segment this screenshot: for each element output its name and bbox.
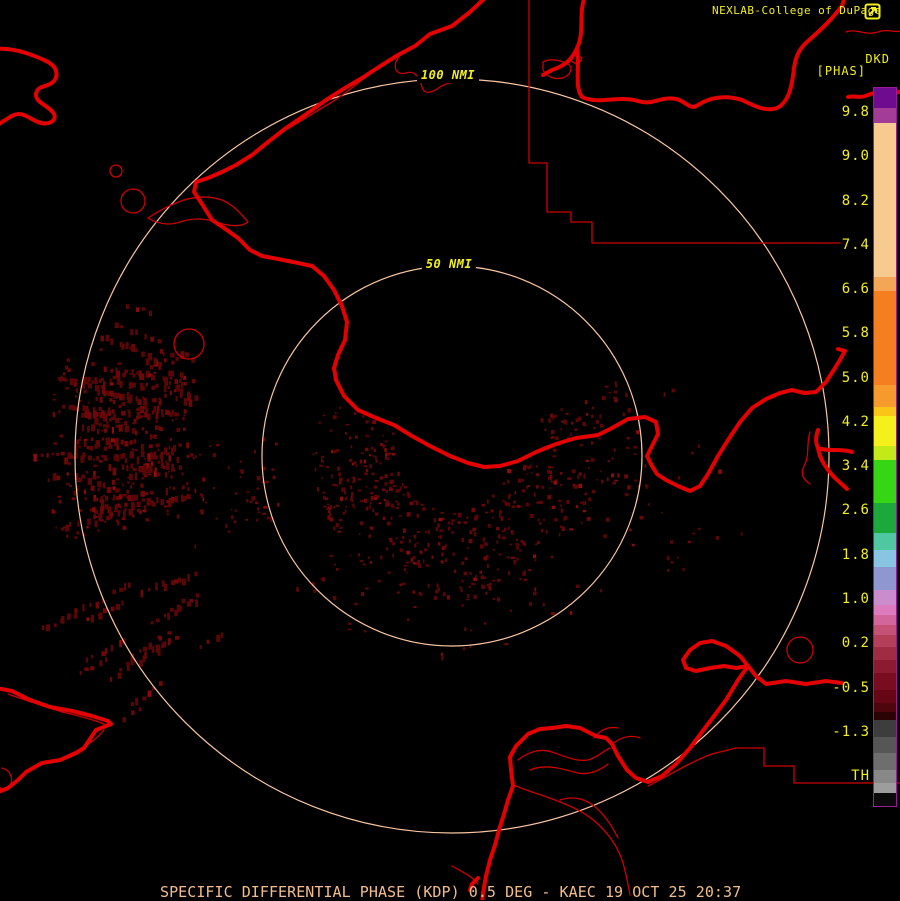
colorbar-segment (874, 673, 896, 690)
lagoon-line (281, 52, 473, 133)
colorbar-tick-label: 3.4 (841, 458, 870, 475)
colorbar-segment (874, 712, 896, 720)
colorbar-segment (874, 753, 896, 770)
main-coastline (192, 0, 847, 493)
colorbar-tick-label: 9.8 (841, 104, 870, 120)
product-caption: SPECIFIC DIFFERENTIAL PHASE (KDP) 0.5 DE… (160, 883, 742, 901)
colorbar-tick-label: TH (851, 768, 870, 785)
colorbar-segment (874, 793, 896, 806)
colorbar-tick-label: 2.6 (841, 502, 870, 519)
colorbar-tick-label: 7.4 (841, 236, 870, 253)
colorbar-segment (874, 615, 896, 625)
colorbar-segment (874, 720, 896, 737)
product-units-label: [PHAS] (816, 64, 866, 78)
brand-text: NEXLAB-College of DuPage (712, 4, 882, 17)
colorbar-segment (874, 605, 896, 615)
colorbar-segment (874, 660, 896, 673)
colorbar-segment (874, 503, 896, 533)
colorbar-segment (874, 88, 896, 108)
colorbar-segment (874, 635, 896, 647)
colorbar-tick-label: 1.8 (841, 546, 870, 563)
colorbar-segment (874, 783, 896, 793)
colorbar-segment (874, 703, 896, 712)
colorbar-segment (874, 108, 896, 123)
colorbar-segment (874, 123, 896, 277)
colorbar-tick-label: 4.2 (841, 413, 870, 430)
colorbar-segment (874, 416, 896, 446)
colorbar-tick-label: -0.5 (832, 679, 870, 696)
colorbar-stack (874, 88, 896, 806)
colorbar-segment (874, 737, 896, 753)
small-lake-circle (120, 188, 146, 214)
colorbar-tick-label: 8.2 (841, 192, 870, 209)
colorbar-tick-label: -1.3 (832, 723, 870, 740)
colorbar-tick-label: 5.8 (841, 325, 870, 342)
colorbar-segment (874, 550, 896, 567)
colorbar-tick-label: 0.2 (841, 635, 870, 652)
bay-detail (529, 763, 609, 775)
radar-echoes (33, 304, 743, 723)
bay-detail (517, 747, 611, 762)
cod-arrow-logo-icon (864, 3, 881, 20)
county-border-topright (845, 29, 900, 34)
colorbar-segment (874, 625, 896, 635)
colorbar-tick-label: 9.0 (841, 148, 870, 165)
colorbar-segment (874, 460, 896, 503)
lake-outline-topleft (0, 46, 59, 126)
colorbar-segment (874, 385, 896, 407)
colorbar-segment (874, 533, 896, 550)
colorbar-segment (874, 690, 896, 703)
colorbar-tick-label: 6.6 (841, 281, 870, 298)
colorbar-segment (874, 446, 896, 460)
lake-outline-bottomright (681, 639, 750, 673)
colorbar-segment (874, 647, 896, 660)
coast-detail-bottomleft (7, 693, 105, 755)
bay-detail (559, 797, 619, 839)
colorbar-segment (874, 590, 896, 605)
small-lake-circle (109, 164, 123, 178)
colorbar-tick-label: 1.0 (841, 590, 870, 607)
colorbar-segment (874, 277, 896, 291)
radar-map-canvas (0, 0, 900, 900)
coastline-bottom-bay (480, 664, 750, 900)
bay-detail (515, 785, 631, 896)
range-ring-label-100nmi: 100 NMI (416, 67, 480, 83)
colorbar-segment (874, 407, 896, 416)
colorbar (873, 87, 897, 807)
colorbar-segment (874, 567, 896, 590)
county-border-staircase (528, 0, 841, 244)
colorbar-segment (874, 291, 896, 385)
colorbar-tick-label: 5.0 (841, 369, 870, 386)
range-ring-label-50nmi: 50 NMI (421, 256, 477, 272)
colorbar-segment (874, 770, 896, 783)
map-thin-lines (0, 0, 900, 896)
